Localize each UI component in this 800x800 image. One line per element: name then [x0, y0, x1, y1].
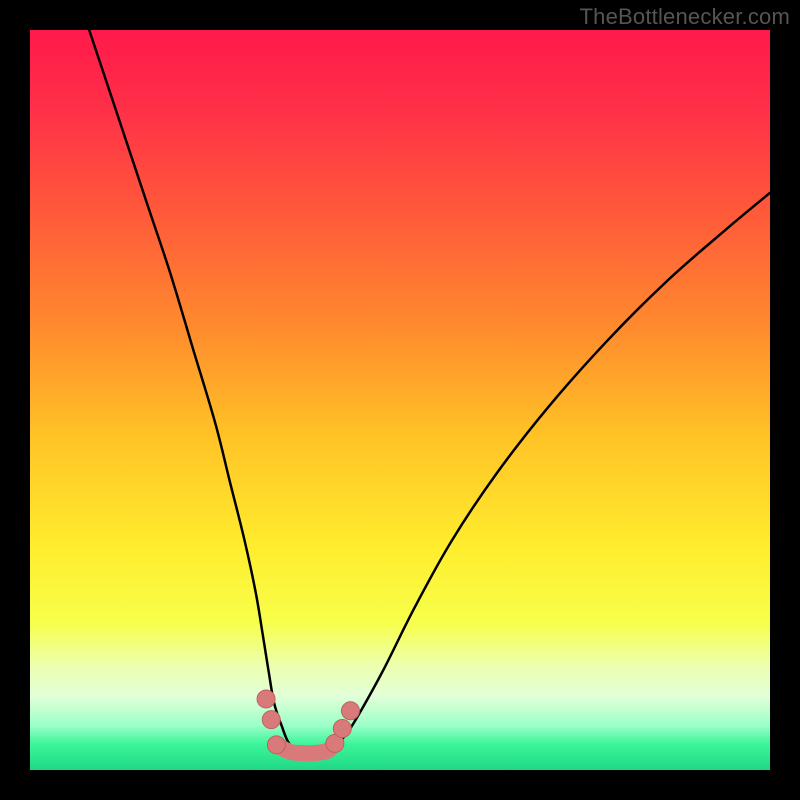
curves-layer — [30, 30, 770, 770]
series-left-curve — [89, 30, 315, 754]
marker-group — [257, 690, 359, 754]
data-marker-0 — [257, 690, 275, 708]
data-marker-2 — [267, 736, 285, 754]
data-marker-5 — [341, 702, 359, 720]
series-group — [89, 30, 770, 754]
plot-area — [30, 30, 770, 770]
chart-frame: TheBottlenecker.com — [0, 0, 800, 800]
data-marker-1 — [262, 711, 280, 729]
series-right-curve — [315, 193, 770, 755]
data-marker-4 — [333, 720, 351, 738]
watermark-text: TheBottlenecker.com — [580, 4, 790, 30]
